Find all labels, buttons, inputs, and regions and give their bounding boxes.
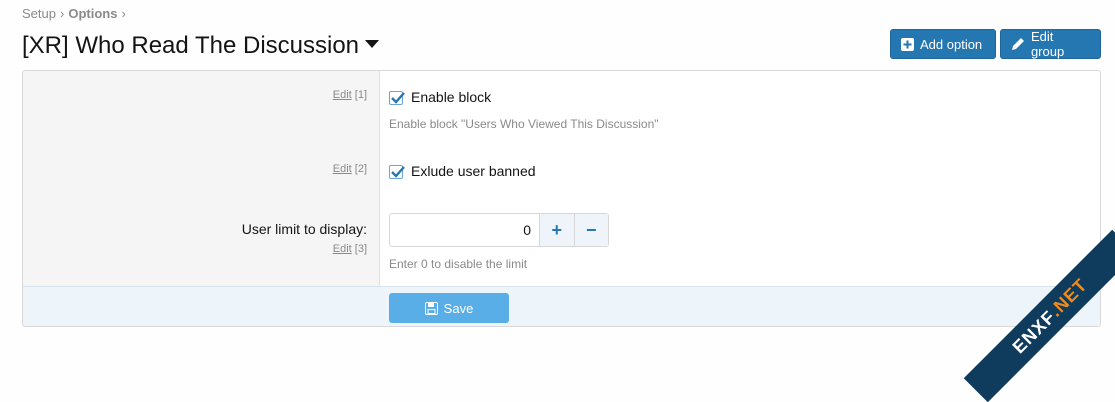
enable-block-label[interactable]: Enable block: [411, 89, 491, 105]
edit-option-3-link[interactable]: Edit: [333, 243, 352, 255]
decrement-button[interactable]: −: [573, 214, 608, 246]
user-limit-hint: Enter 0 to disable the limit: [389, 257, 528, 271]
check-icon: [391, 166, 405, 178]
user-limit-label: User limit to display:: [241, 221, 367, 237]
user-limit-input[interactable]: [390, 214, 539, 246]
exclude-banned-label[interactable]: Exlude user banned: [411, 163, 536, 179]
edit-group-label: Edit group: [1030, 29, 1065, 59]
label-column: [23, 71, 380, 286]
edit-option-1-link[interactable]: Edit: [333, 89, 352, 101]
plus-square-icon: [901, 37, 914, 51]
options-panel: Edit [1] Enable block Enable block "User…: [22, 70, 1101, 327]
edit-link-2: Edit [2]: [333, 163, 367, 175]
enable-block-hint: Enable block "Users Who Viewed This Disc…: [389, 117, 659, 131]
save-icon: [424, 301, 438, 315]
breadcrumb-separator: ›: [59, 6, 65, 21]
form-footer: [23, 286, 1100, 326]
page-title[interactable]: [XR] Who Read The Discussion: [22, 32, 380, 60]
add-option-button[interactable]: Add option: [890, 29, 996, 59]
user-limit-stepper: + −: [389, 213, 609, 247]
breadcrumb-separator: ›: [121, 6, 126, 21]
check-icon: [391, 92, 405, 104]
edit-link-1: Edit [1]: [333, 89, 367, 101]
enable-block-checkbox[interactable]: [389, 91, 405, 105]
save-button[interactable]: Save: [389, 293, 509, 323]
pencil-icon: [1011, 38, 1024, 50]
caret-down-icon[interactable]: [365, 40, 380, 48]
save-label: Save: [443, 300, 474, 316]
edit-link-3: Edit [3]: [333, 243, 367, 255]
increment-button[interactable]: +: [539, 214, 574, 246]
option-1-order: [1]: [354, 89, 367, 101]
option-2-order: [2]: [354, 163, 367, 175]
page-title-text: [XR] Who Read The Discussion: [22, 32, 360, 59]
exclude-banned-checkbox[interactable]: [389, 165, 405, 179]
edit-group-button[interactable]: Edit group: [1000, 29, 1101, 59]
add-option-label: Add option: [920, 36, 983, 52]
breadcrumb-setup[interactable]: Setup: [22, 6, 56, 21]
edit-option-2-link[interactable]: Edit: [333, 163, 352, 175]
breadcrumb: Setup › Options ›: [22, 6, 130, 21]
option-3-order: [3]: [354, 243, 367, 255]
breadcrumb-options[interactable]: Options: [68, 6, 117, 21]
